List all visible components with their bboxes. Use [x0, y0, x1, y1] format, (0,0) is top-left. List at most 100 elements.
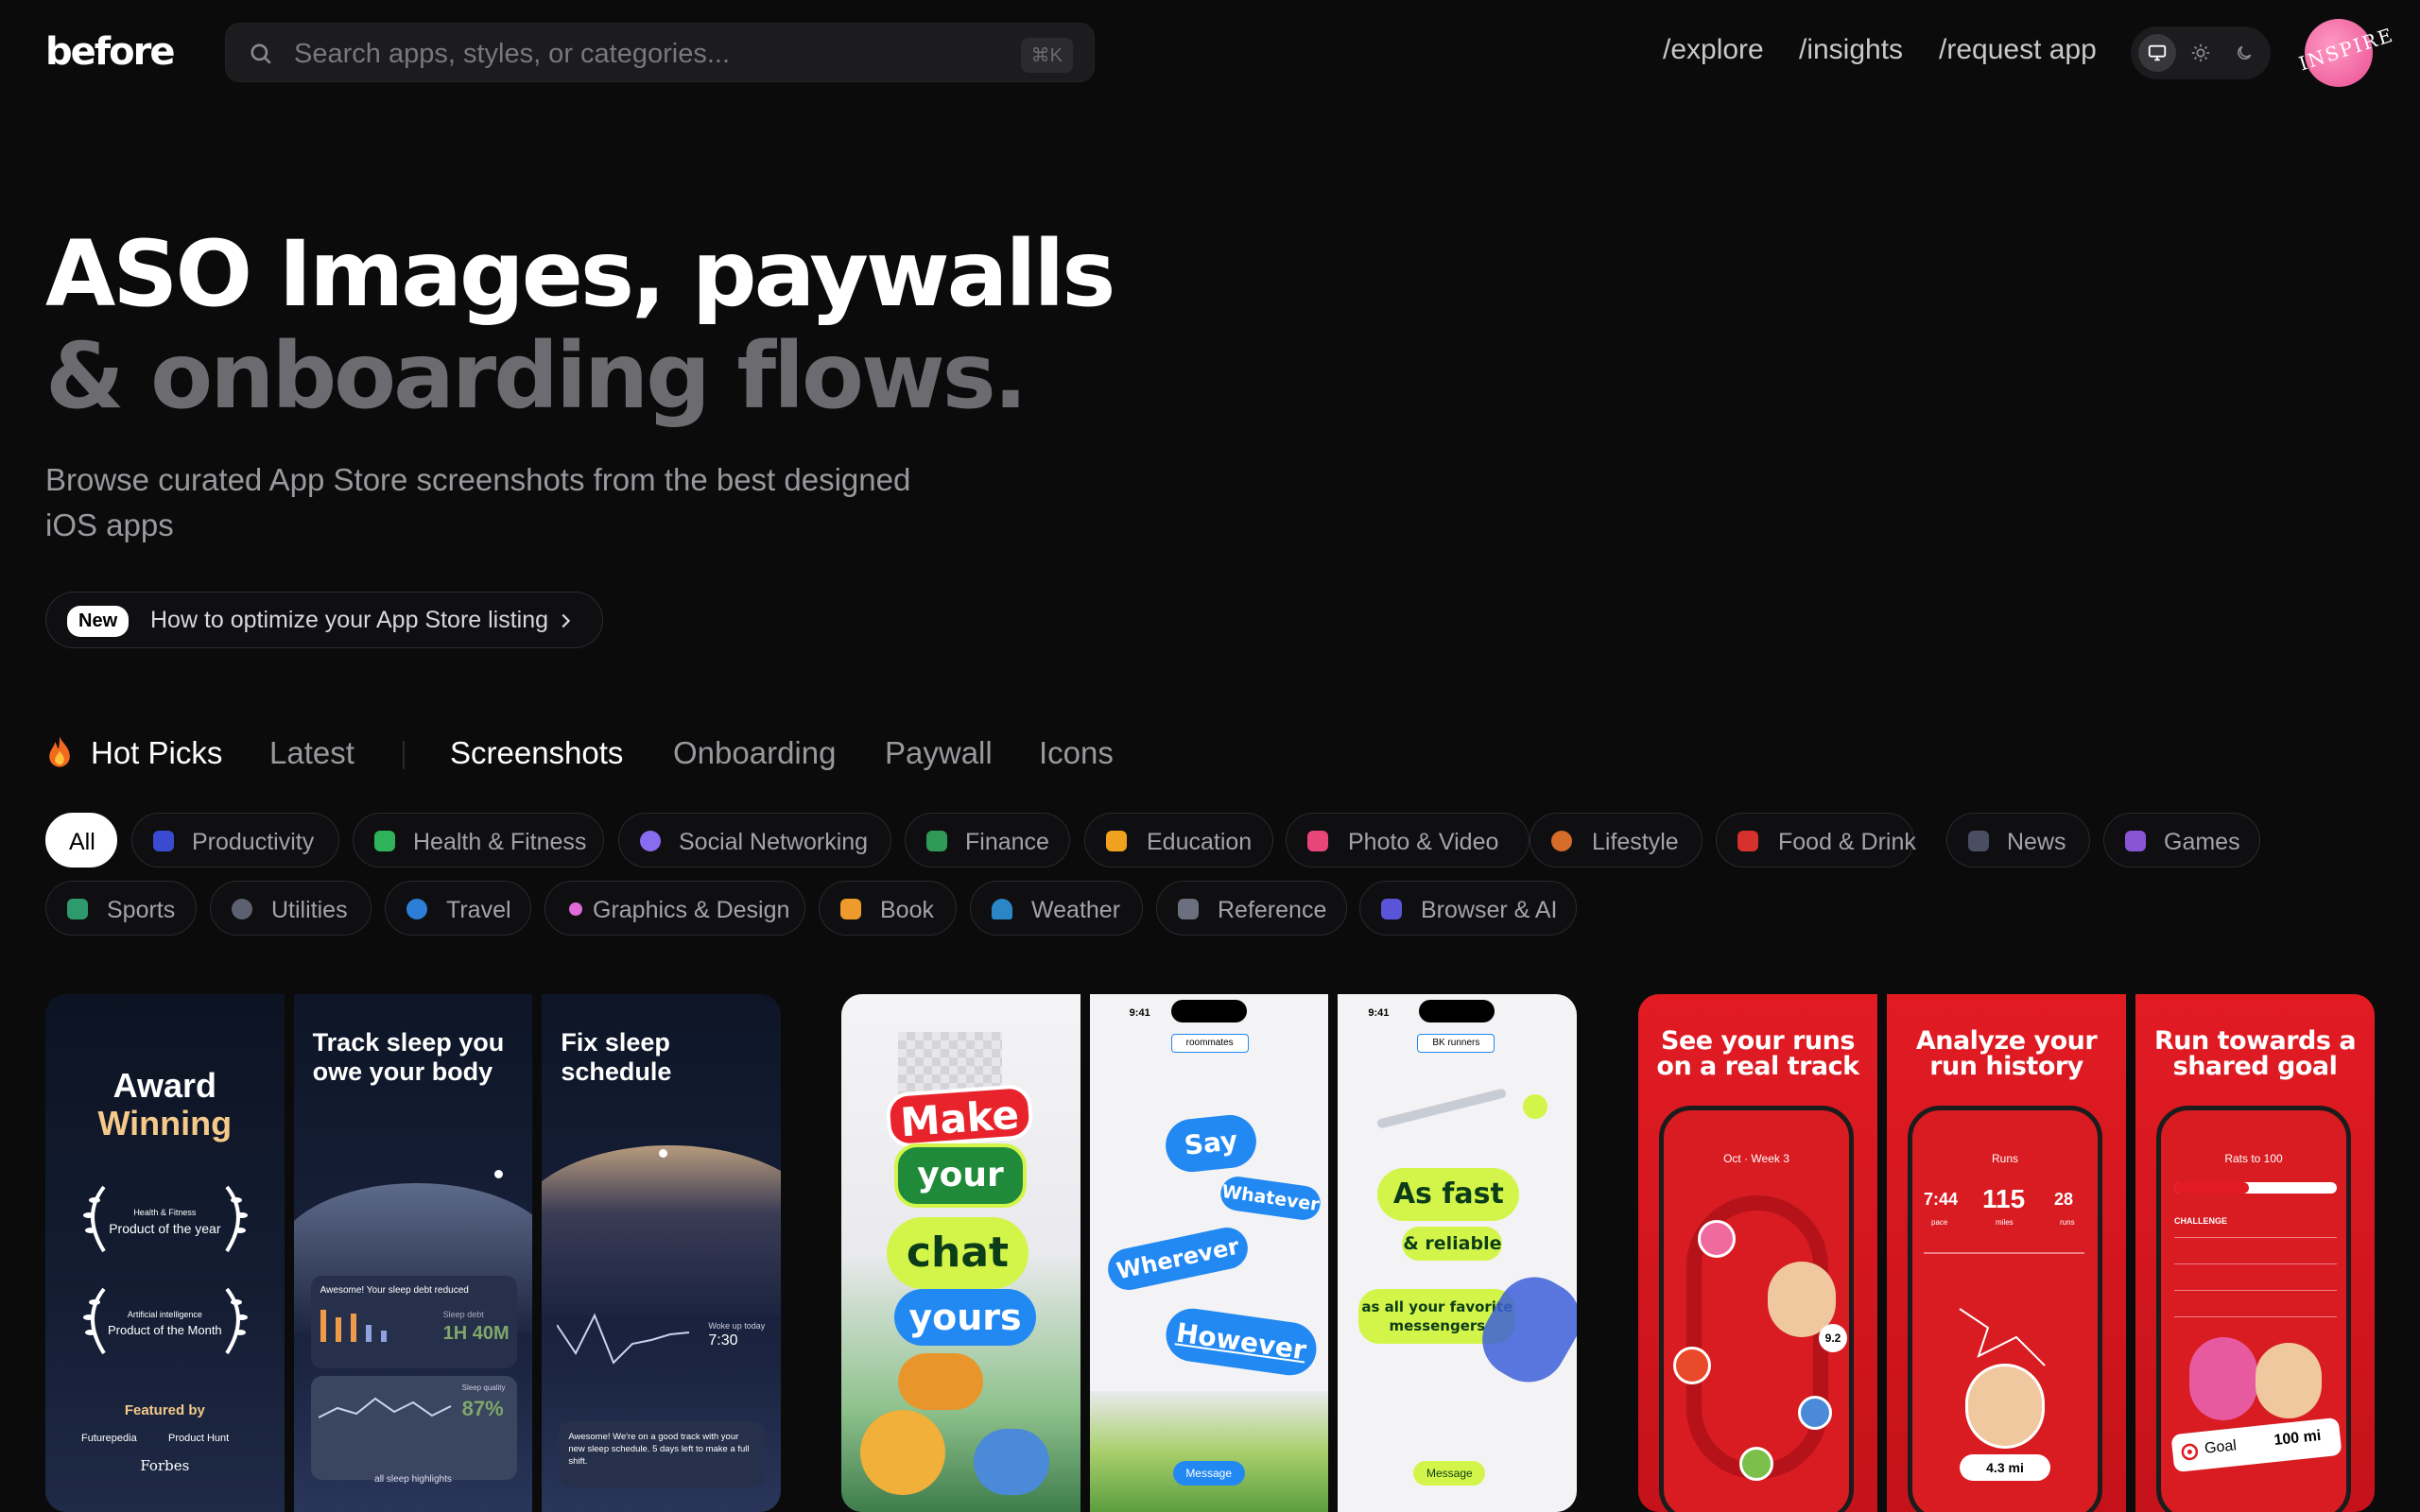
runner-avatar [1673, 1347, 1711, 1384]
chip-education[interactable]: Education [1084, 813, 1273, 868]
tab-divider [403, 741, 405, 769]
chip-food-drink[interactable]: Food & Drink [1716, 813, 1916, 868]
article-link-label: How to optimize your App Store listing [150, 607, 549, 633]
tab-icons[interactable]: Icons [1039, 735, 1114, 771]
phone-frame: Rats to 100 CHALLENGE Goal 100 mi [2156, 1106, 2351, 1512]
chip-label: Reference [1218, 897, 1327, 923]
screenshot-real-track: See your runs on a real track Oct · Week … [1638, 994, 1877, 1512]
book-icon [1106, 831, 1127, 851]
say-bubble: Say [1163, 1112, 1259, 1175]
fast-bubble: As fast [1377, 1168, 1520, 1221]
tab-latest[interactable]: Latest [269, 735, 354, 771]
nav-request-app[interactable]: /request app [1939, 34, 2097, 66]
health-icon [374, 831, 395, 851]
chip-label: Weather [1031, 897, 1121, 923]
moon-icon [2238, 45, 2252, 60]
chip-label: Food & Drink [1778, 829, 1916, 855]
title-line: shared goal [2172, 1052, 2338, 1081]
runner-memoji [2256, 1343, 2322, 1418]
featured-futurepedia: Futurepedia [81, 1433, 137, 1444]
chip-label: Browser & AI [1421, 897, 1558, 923]
sleep-debt-value: 1H 40M [442, 1323, 510, 1344]
laurel1-category: Health & Fitness [133, 1208, 197, 1217]
title-line: Fix sleep [561, 1028, 670, 1057]
award-title-accent: Winning [97, 1104, 233, 1143]
chip-weather[interactable]: Weather [970, 881, 1143, 936]
screenshot-award: Award Winning Health & Fitness Product o… [45, 994, 285, 1512]
chip-social-networking[interactable]: Social Networking [618, 813, 891, 868]
chip-finance[interactable]: Finance [905, 813, 1070, 868]
goal-progress [2174, 1182, 2337, 1194]
monitor-icon [2148, 44, 2167, 61]
chip-productivity[interactable]: Productivity [131, 813, 339, 868]
chip-sports[interactable]: Sports [45, 881, 197, 936]
laurel1-award: Product of the year [109, 1221, 221, 1236]
chip-all[interactable]: All [45, 813, 117, 868]
theme-switcher [2131, 26, 2271, 79]
chip-games[interactable]: Games [2103, 813, 2260, 868]
light-theme-button[interactable] [2182, 34, 2220, 72]
dark-theme-button[interactable] [2225, 34, 2263, 72]
title-line: Track sleep you [312, 1028, 505, 1057]
article-link[interactable]: New How to optimize your App Store listi… [45, 592, 603, 648]
laurel2-category: Artificial intelligence [127, 1310, 202, 1319]
logo[interactable]: before [45, 30, 175, 74]
distance-badge: 4.3 mi [1960, 1454, 2050, 1481]
however-bubble: However [1162, 1305, 1320, 1379]
hero-title: ASO Images, paywalls [45, 221, 1115, 327]
miles-value: 115 [1982, 1184, 2026, 1213]
plane-illustration [1376, 1088, 1508, 1129]
system-theme-button[interactable] [2138, 34, 2176, 72]
message-input: Message [1172, 1461, 1245, 1486]
person-icon [1551, 831, 1572, 851]
chip-health-fitness[interactable]: Health & Fitness [353, 813, 604, 868]
title-line: Run towards a [2153, 1026, 2357, 1056]
app-card-run[interactable]: See your runs on a real track Oct · Week … [1638, 994, 2375, 1512]
sleep-quality-value: 87% [461, 1397, 504, 1420]
make-bubble: Make [885, 1083, 1034, 1149]
chip-book[interactable]: Book [819, 881, 957, 936]
dot-icon [569, 902, 582, 916]
people-icon [640, 831, 661, 851]
chip-news[interactable]: News [1946, 813, 2090, 868]
chip-lifestyle[interactable]: Lifestyle [1530, 813, 1703, 868]
chip-reference[interactable]: Reference [1156, 881, 1347, 936]
tab-onboarding[interactable]: Onboarding [673, 735, 836, 771]
challenge-label: CHALLENGE [2174, 1216, 2227, 1226]
top-bar: before Search apps, styles, or categorie… [0, 0, 2420, 104]
search-placeholder: Search apps, styles, or categories... [294, 39, 730, 69]
miles-label: miles [1996, 1218, 2014, 1227]
chip-photo-video[interactable]: Photo & Video [1286, 813, 1530, 868]
ball-illustration [1523, 1094, 1548, 1119]
pace-label: pace [1931, 1218, 1948, 1227]
avatar-text: INSPIRE [2295, 23, 2397, 76]
tab-paywall[interactable]: Paywall [885, 735, 993, 771]
sleep-quality-label: Sleep quality [461, 1383, 506, 1392]
divider [1924, 1252, 2084, 1254]
runs-count: 28 [2054, 1190, 2074, 1209]
search-bar[interactable]: Search apps, styles, or categories... ⌘K [225, 23, 1095, 82]
phone-frame: Runs 7:44 115 28 pace miles runs 4.3 mi [1908, 1106, 2102, 1512]
horizon [542, 1145, 781, 1315]
featured-forbes: Forbes [140, 1457, 190, 1474]
app-card-chat[interactable]: Make your chat yours 9:41 roommates Say … [841, 994, 1577, 1512]
chip-travel[interactable]: Travel [385, 881, 531, 936]
pace-value: 7:44 [1924, 1190, 1959, 1209]
goal-progress-fill [2174, 1182, 2250, 1194]
chip-graphics-design[interactable]: Graphics & Design [544, 881, 805, 936]
grass-illustration [1089, 1391, 1329, 1512]
sleep-quality-card: Sleep quality 87% [310, 1376, 517, 1480]
runner-avatar [1698, 1220, 1736, 1258]
tab-screenshots[interactable]: Screenshots [450, 735, 623, 771]
chip-utilities[interactable]: Utilities [210, 881, 372, 936]
nav-insights[interactable]: /insights [1799, 34, 1903, 66]
screenshot-run-history: Analyze your run history Runs 7:44 115 28… [1887, 994, 2126, 1512]
chip-label: Photo & Video [1348, 829, 1499, 855]
avatar[interactable]: INSPIRE [2296, 19, 2396, 87]
chip-label: All [69, 829, 95, 855]
chip-browser-ai[interactable]: Browser & AI [1359, 881, 1577, 936]
nav-explore[interactable]: /explore [1663, 34, 1764, 66]
app-card-sleep[interactable]: Award Winning Health & Fitness Product o… [45, 994, 781, 1512]
sleep-debt-label: Sleep debt [442, 1310, 484, 1319]
tab-hot-picks[interactable]: Hot Picks [91, 735, 222, 771]
